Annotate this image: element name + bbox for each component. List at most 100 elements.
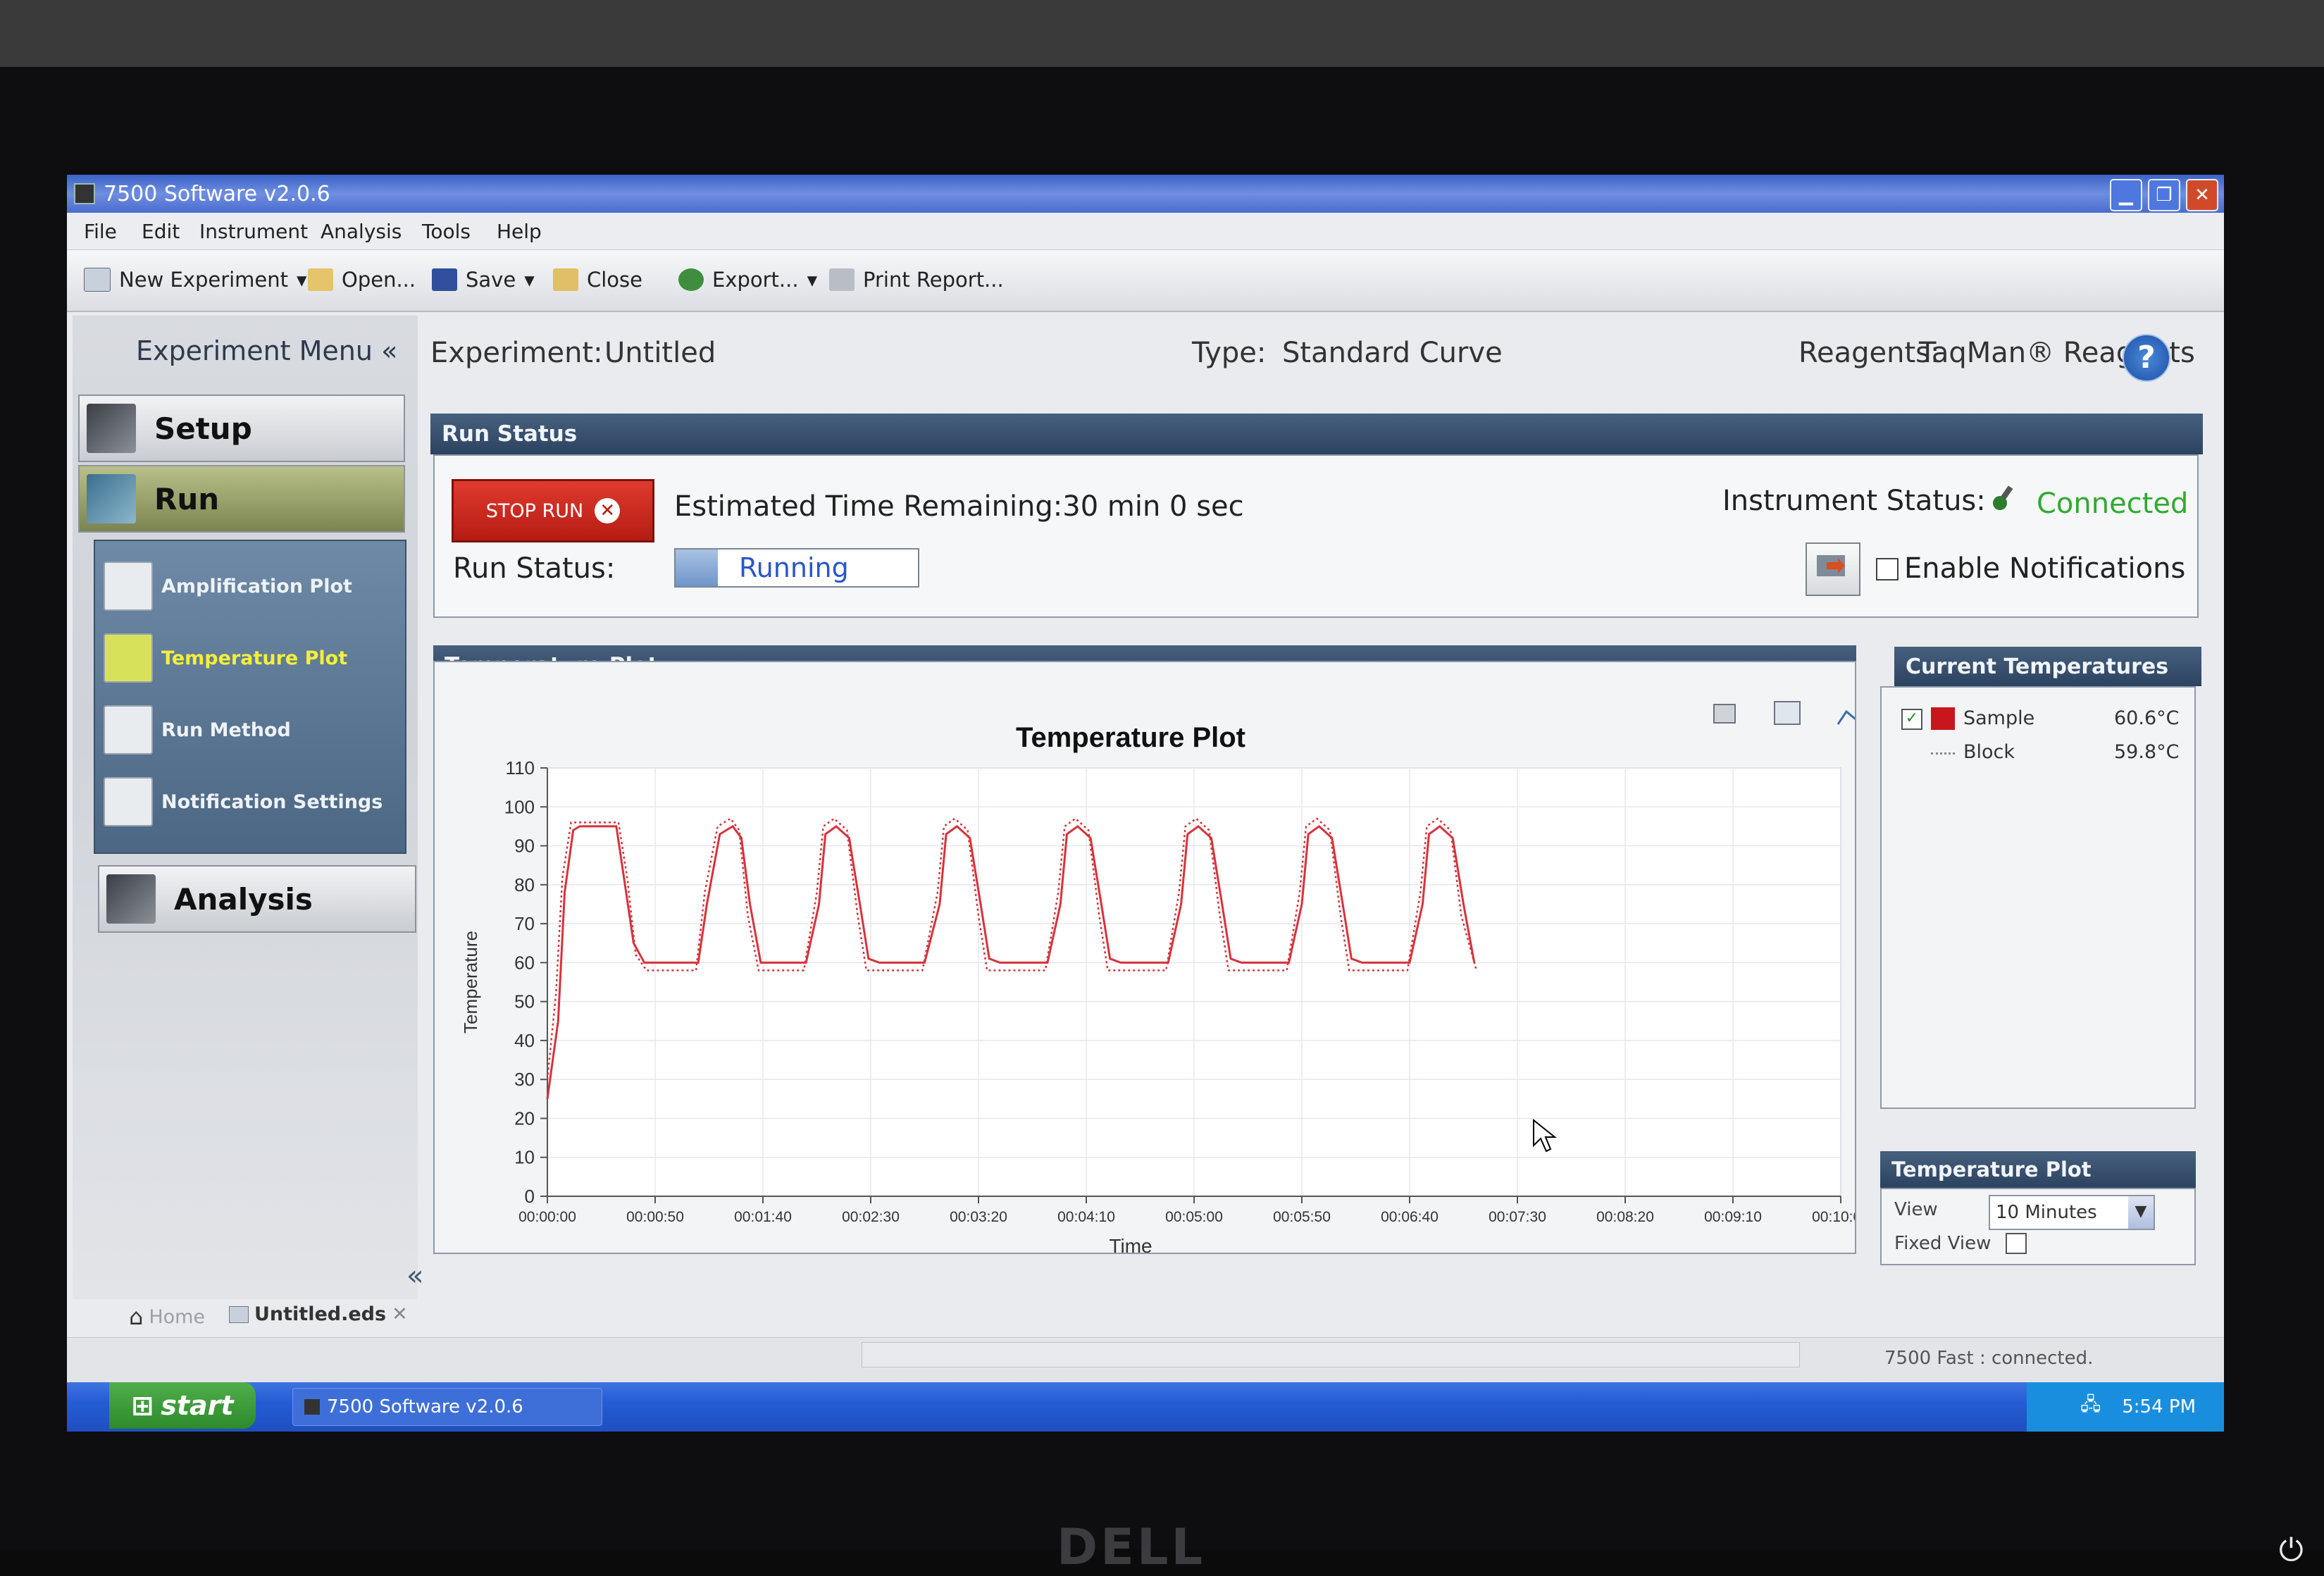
x-tick-label: 00:05:50	[1273, 1209, 1331, 1225]
home-icon: ⌂	[129, 1303, 144, 1330]
fixed-view-checkbox[interactable]	[2006, 1233, 2027, 1254]
setup-icon	[87, 404, 136, 453]
run-method-icon	[104, 705, 153, 755]
y-tick-label: 70	[514, 913, 535, 934]
sample-color-swatch	[1931, 707, 1955, 730]
menu-edit[interactable]: Edit	[142, 220, 180, 243]
export-button[interactable]: Export... ▾	[678, 266, 817, 294]
experiment-menu-label: Experiment Menu	[136, 335, 373, 366]
new-experiment-label: New Experiment	[119, 268, 289, 292]
sidebar-item-run-method[interactable]: Run Method	[104, 703, 291, 757]
system-tray: 🖧 5:54 PM	[2027, 1382, 2224, 1432]
save-button[interactable]: Save ▾	[432, 266, 535, 294]
plot-settings-header: Temperature Plot	[1880, 1151, 2196, 1188]
open-label: Open...	[342, 268, 416, 292]
power-icon[interactable]: ⏻	[2279, 1532, 2304, 1568]
enable-notifications-checkbox[interactable]	[1876, 558, 1899, 581]
notification-settings-button[interactable]	[1806, 542, 1860, 596]
view-range-select[interactable]: 10 Minutes ▼	[1989, 1195, 2155, 1230]
status-bar: 7500 Fast : connected.	[67, 1337, 2224, 1383]
export-label: Export...	[712, 268, 799, 292]
menu-analysis[interactable]: Analysis	[321, 220, 402, 243]
print-plot-icon	[1713, 704, 1736, 724]
chart-title: Temperature Plot	[1016, 722, 1245, 753]
tab-untitled-eds[interactable]: Untitled.eds ✕	[229, 1303, 408, 1325]
collapse-sidebar-icon[interactable]: «	[406, 1260, 423, 1292]
stop-run-button[interactable]: STOP RUN ✕	[452, 479, 654, 542]
open-button[interactable]: Open...	[308, 266, 416, 294]
windows-logo-icon: ⊞	[131, 1390, 154, 1421]
print-report-button[interactable]: Print Report...	[829, 266, 1004, 294]
sidebar-item-label: Run Method	[161, 719, 291, 741]
progress-area	[862, 1342, 1800, 1367]
background-wall	[0, 0, 2324, 67]
experiment-menu-title: Experiment Menu «	[136, 335, 397, 366]
nav-setup-button[interactable]: Setup	[78, 395, 405, 462]
run-status-panel	[433, 454, 2199, 618]
start-button[interactable]: ⊞ start	[109, 1382, 256, 1429]
y-tick-label: 100	[504, 796, 535, 817]
sidebar-item-amplification-plot[interactable]: Amplification Plot	[104, 559, 352, 613]
close-tab-icon[interactable]: ✕	[392, 1303, 408, 1325]
nav-analysis-button[interactable]: Analysis	[98, 865, 416, 933]
menu-help[interactable]: Help	[497, 220, 542, 243]
x-tick-label: 00:01:40	[734, 1209, 792, 1225]
stop-x-icon: ✕	[595, 498, 621, 523]
document-tabs: ⌂ Home Untitled.eds ✕	[129, 1299, 1538, 1332]
new-experiment-button[interactable]: New Experiment ▾	[84, 266, 307, 294]
close-file-button[interactable]: Close	[553, 266, 642, 294]
x-tick-label: 00:00:00	[518, 1209, 576, 1225]
dropdown-arrow-icon[interactable]: ▾	[807, 268, 818, 292]
menu-file[interactable]: File	[84, 220, 117, 243]
chevron-down-icon[interactable]: ▼	[2128, 1196, 2154, 1229]
y-tick-label: 50	[514, 991, 535, 1012]
maximize-button[interactable]: ❐	[2148, 179, 2180, 211]
notification-settings-icon	[104, 777, 153, 826]
y-tick-label: 80	[514, 874, 535, 895]
nav-setup-label: Setup	[154, 411, 252, 446]
run-submenu: Amplification Plot Temperature Plot Run …	[94, 540, 406, 854]
floppy-disk-icon	[432, 268, 457, 291]
nav-analysis-label: Analysis	[174, 881, 313, 917]
type-label: Type:	[1192, 337, 1267, 369]
x-tick-label: 00:06:40	[1381, 1209, 1438, 1225]
nav-run-button[interactable]: Run	[78, 465, 405, 533]
x-tick-label: 00:10:00	[1812, 1209, 1855, 1225]
save-label: Save	[466, 268, 516, 292]
etr-value: 30 min 0 sec	[1062, 490, 1244, 523]
enable-notifications-label: Enable Notifications	[1904, 552, 2186, 585]
zoom-plot-icon	[1837, 701, 1866, 725]
globe-export-icon	[678, 268, 704, 291]
stop-run-label: STOP RUN	[485, 500, 584, 522]
dell-logo: DELL	[1057, 1518, 1206, 1576]
taskbar-item-7500-software[interactable]: 7500 Software v2.0.6	[292, 1388, 602, 1426]
tab-home[interactable]: ⌂ Home	[129, 1303, 205, 1330]
minimize-button[interactable]: ▁	[2110, 179, 2142, 211]
amplification-plot-icon	[104, 561, 153, 611]
x-tick-label: 00:03:20	[950, 1209, 1007, 1225]
instrument-status-label: Instrument Status:	[1722, 485, 1986, 517]
sample-checkbox[interactable]: ✓	[1901, 709, 1922, 730]
taskbar-item-label: 7500 Software v2.0.6	[327, 1396, 523, 1417]
network-icon[interactable]: 🖧	[2080, 1391, 2101, 1422]
y-tick-label: 10	[514, 1147, 535, 1168]
help-icon[interactable]: ?	[2123, 334, 2170, 382]
current-temperatures-panel: ✓ Sample 60.6°C Block 59.8°C	[1880, 686, 2196, 1109]
close-button[interactable]: ✕	[2186, 179, 2218, 211]
x-tick-label: 00:08:20	[1596, 1209, 1654, 1225]
x-tick-label: 00:09:10	[1704, 1209, 1762, 1225]
menu-instrument[interactable]: Instrument	[199, 220, 308, 243]
dropdown-arrow-icon[interactable]: ▾	[524, 268, 535, 292]
experiment-label: Experiment:	[430, 337, 603, 369]
sidebar-item-notification-settings[interactable]: Notification Settings	[104, 775, 383, 829]
dropdown-arrow-icon[interactable]: ▾	[297, 268, 307, 292]
run-status-header: Run Status	[430, 414, 2203, 454]
menu-tools[interactable]: Tools	[422, 220, 471, 243]
collapse-chevron-icon[interactable]: «	[381, 335, 397, 366]
sidebar-item-temperature-plot[interactable]: Temperature Plot	[104, 631, 347, 685]
tab-file-label: Untitled.eds	[254, 1303, 387, 1325]
analysis-icon	[106, 874, 156, 924]
run-status-progress-fill	[676, 550, 718, 586]
temperature-chart: 0 10 20 30 40 50 60 70 80 90 100 110 00:00:00 00:00:5…	[460, 701, 1870, 1257]
app-small-icon	[304, 1399, 320, 1415]
